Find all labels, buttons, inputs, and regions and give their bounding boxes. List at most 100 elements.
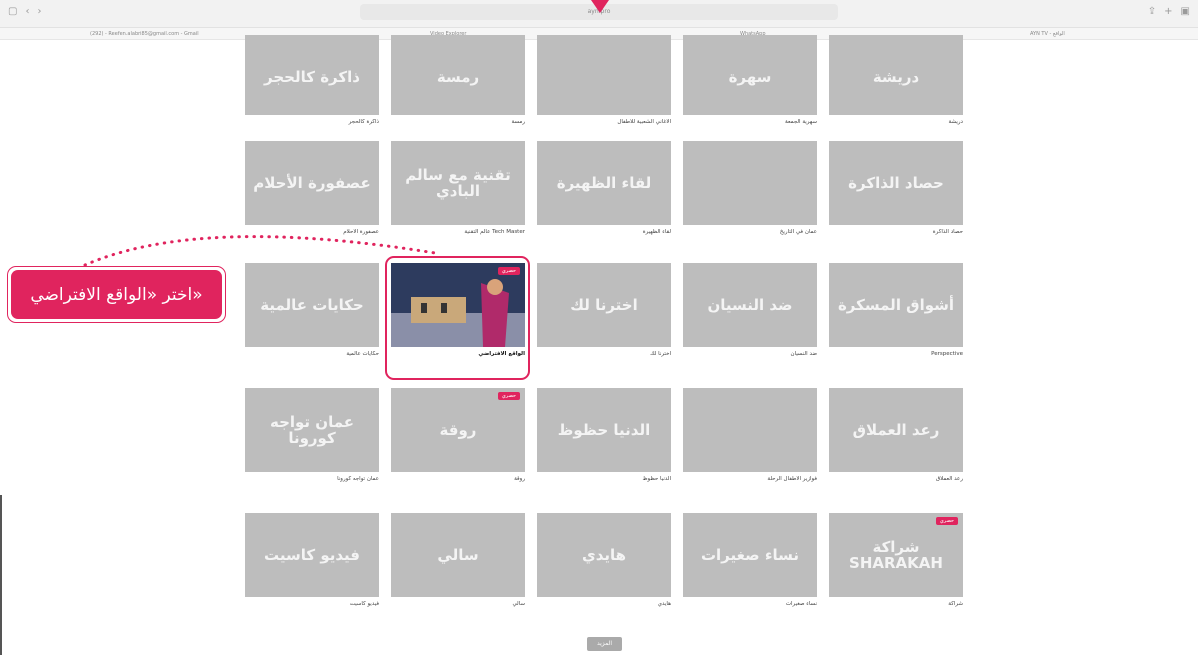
show-tile[interactable]: رعد العملاق رعد العملاق xyxy=(829,388,963,482)
thumbnail-art-text: هايدي xyxy=(581,545,627,564)
show-thumbnail[interactable]: حصاد الذاكرة xyxy=(829,141,963,225)
thumbnail-art-text: حصاد الذاكرة xyxy=(848,173,944,192)
show-thumbnail[interactable]: هايدي xyxy=(537,513,671,597)
show-title[interactable]: الدنيا حظوظ xyxy=(537,476,671,482)
show-title[interactable]: شراكة xyxy=(829,601,963,607)
show-tile[interactable]: نساء صغيرات نساء صغيرات xyxy=(683,513,817,607)
show-tile[interactable]: أشواق المسكرة Perspective xyxy=(829,263,963,357)
tabs-icon[interactable]: ▣ xyxy=(1181,6,1190,17)
load-more-button[interactable]: المزيد xyxy=(587,637,622,651)
sidebar-icon[interactable]: ▢ xyxy=(8,6,17,17)
show-thumbnail[interactable]: أشواق المسكرة xyxy=(829,263,963,347)
show-thumbnail[interactable]: روقة حصري xyxy=(391,388,525,472)
thumbnail-art-text: أشواق المسكرة xyxy=(837,295,955,314)
show-thumbnail[interactable]: رمسة xyxy=(391,35,525,115)
show-tile[interactable]: ضد النسيان ضد النسيان xyxy=(683,263,817,357)
show-thumbnail[interactable]: سهرة xyxy=(683,35,817,115)
dotted-connector xyxy=(83,235,437,267)
thumbnail-art-text: ضد النسيان xyxy=(707,295,793,314)
show-thumbnail[interactable]: حكايات عالمية xyxy=(245,263,379,347)
show-tile[interactable]: ذاكرة كالحجر ذاكرة كالحجر xyxy=(245,35,379,125)
show-tile[interactable]: الدنيا حظوظ الدنيا حظوظ xyxy=(537,388,671,482)
show-thumbnail[interactable]: دريشة xyxy=(829,35,963,115)
show-title[interactable]: عمان في التاريخ xyxy=(683,229,817,235)
thumbnail-art-text xyxy=(537,35,671,115)
thumbnail-art-text: رمسة xyxy=(436,67,480,86)
show-title[interactable]: روقة xyxy=(391,476,525,482)
show-thumbnail[interactable]: ذاكرة كالحجر xyxy=(245,35,379,115)
show-thumbnail[interactable]: لقاء الظهيرة xyxy=(537,141,671,225)
show-thumbnail[interactable] xyxy=(683,141,817,225)
show-title[interactable]: دريشة xyxy=(829,119,964,125)
show-title[interactable]: اخترنا لك xyxy=(537,351,671,357)
show-tile[interactable]: فوازير الأطفال الرحلة xyxy=(683,388,817,482)
show-tile[interactable]: رمسة رمسة xyxy=(391,35,525,125)
thumbnail-art-text: سهرة xyxy=(728,67,772,86)
thumbnail-art-text: عصفورة الأحلام xyxy=(253,173,371,192)
show-title[interactable]: سهرية الجمعة xyxy=(683,119,817,125)
show-tile[interactable]: روقة حصري روقة xyxy=(391,388,525,482)
show-title[interactable]: نساء صغيرات xyxy=(683,601,817,607)
exclusive-badge: حصري xyxy=(497,392,520,400)
thumbnail-art-text: نساء صغيرات xyxy=(700,545,800,564)
show-title[interactable]: عمان تواجه كورونا xyxy=(245,476,379,482)
show-tile[interactable]: شراكة SHARAKAH حصري شراكة xyxy=(829,513,963,607)
share-icon[interactable]: ⇪ xyxy=(1148,6,1156,17)
show-thumbnail[interactable]: اخترنا لك xyxy=(537,263,671,347)
show-title[interactable]: ذاكرة كالحجر xyxy=(245,119,379,125)
show-thumbnail[interactable]: رعد العملاق xyxy=(829,388,963,472)
thumbnail-art-text: دريشة xyxy=(872,67,920,86)
show-tile[interactable]: عمان في التاريخ xyxy=(683,141,817,235)
show-tile[interactable]: عصفورة الأحلام عصفورة الأحلام xyxy=(245,141,379,235)
thumbnail-art-text: روقة xyxy=(439,420,477,439)
show-title[interactable]: رمسة xyxy=(391,119,525,125)
show-tile[interactable]: عمان تواجه كورونا عمان تواجه كورونا xyxy=(245,388,379,482)
show-tile[interactable]: تقنية مع سالم البادي عالم التقنية Tech Ma… xyxy=(391,141,525,235)
back-icon[interactable]: ‹ xyxy=(25,6,29,17)
show-thumbnail[interactable] xyxy=(537,35,671,115)
show-thumbnail[interactable]: سالي xyxy=(391,513,525,597)
show-thumbnail[interactable]: نساء صغيرات xyxy=(683,513,817,597)
show-title[interactable]: لقاء الظهيرة xyxy=(537,229,671,235)
browser-actions: ⇪ + ▣ xyxy=(1148,6,1190,17)
highlight-frame xyxy=(385,256,530,380)
show-thumbnail[interactable]: ضد النسيان xyxy=(683,263,817,347)
show-title[interactable]: فوازير الأطفال الرحلة xyxy=(683,476,817,482)
new-tab-icon[interactable]: + xyxy=(1164,6,1172,17)
show-tile[interactable]: دريشة دريشة xyxy=(829,35,963,125)
show-thumbnail[interactable]: شراكة SHARAKAH حصري xyxy=(829,513,963,597)
show-title[interactable]: سالي xyxy=(391,601,525,607)
show-title[interactable]: هايدي xyxy=(537,601,671,607)
show-thumbnail[interactable]: فيديو كاسيت xyxy=(245,513,379,597)
show-tile[interactable]: الأغاني الشعبية للأطفال xyxy=(537,35,671,125)
show-thumbnail[interactable]: عمان تواجه كورونا xyxy=(245,388,379,472)
show-tile[interactable]: اخترنا لك اخترنا لك xyxy=(537,263,671,357)
thumbnail-art-text: عمان تواجه كورونا xyxy=(269,412,355,447)
show-thumbnail[interactable] xyxy=(683,388,817,472)
show-thumbnail[interactable]: تقنية مع سالم البادي xyxy=(391,141,525,225)
show-tile[interactable]: حكايات عالمية حكايات عالمية xyxy=(245,263,379,357)
bookmark-gmail[interactable]: (292) - Reefen.alabri85@gmail.com - Gmai… xyxy=(90,31,199,37)
show-tile[interactable]: سهرة سهرية الجمعة xyxy=(683,35,817,125)
callout-label: اختر «الواقع الافتراضي» xyxy=(11,270,222,319)
show-thumbnail[interactable]: عصفورة الأحلام xyxy=(245,141,379,225)
bookmark-ayn[interactable]: AYN TV - الواقع xyxy=(1030,31,1065,37)
instruction-callout: اختر «الواقع الافتراضي» xyxy=(7,266,226,323)
show-tile[interactable]: سالي سالي xyxy=(391,513,525,607)
thumbnail-art-text: ذاكرة كالحجر xyxy=(264,67,360,86)
show-tile[interactable]: حصاد الذاكرة حصاد الذاكرة xyxy=(829,141,963,235)
show-thumbnail[interactable]: الدنيا حظوظ xyxy=(537,388,671,472)
top-pointer-marker xyxy=(591,0,609,13)
forward-icon[interactable]: › xyxy=(37,6,41,17)
show-title[interactable]: فيديو كاسيت xyxy=(245,601,379,607)
show-tile[interactable]: فيديو كاسيت فيديو كاسيت xyxy=(245,513,379,607)
show-title[interactable]: حكايات عالمية xyxy=(245,351,379,357)
show-title[interactable]: Perspective xyxy=(829,351,963,357)
show-title[interactable]: ضد النسيان xyxy=(683,351,817,357)
show-title[interactable]: رعد العملاق xyxy=(829,476,963,482)
thumbnail-art-text: شراكة SHARAKAH xyxy=(849,537,943,572)
show-tile[interactable]: لقاء الظهيرة لقاء الظهيرة xyxy=(537,141,671,235)
show-tile[interactable]: هايدي هايدي xyxy=(537,513,671,607)
show-title[interactable]: الأغاني الشعبية للأطفال xyxy=(537,119,671,125)
show-title[interactable]: حصاد الذاكرة xyxy=(829,229,963,235)
